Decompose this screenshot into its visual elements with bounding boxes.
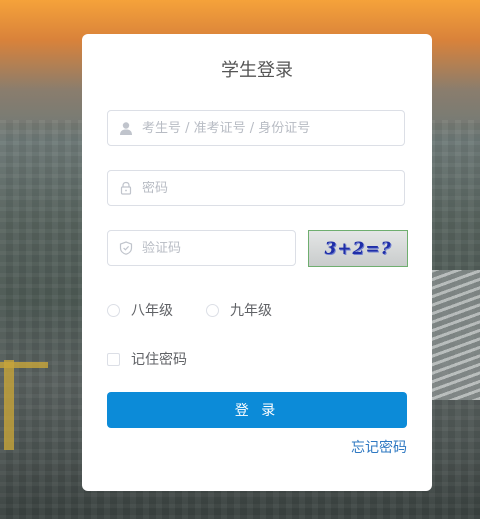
remember-password-checkbox[interactable] <box>107 352 120 366</box>
password-field[interactable] <box>107 170 405 206</box>
grade-9-radio[interactable] <box>206 303 219 317</box>
grade-radio-group: 八年级 九年级 <box>107 300 272 320</box>
username-input[interactable] <box>142 120 382 136</box>
login-button[interactable]: 登 录 <box>107 392 407 428</box>
login-card: 学生登录 3+2=? 八年 <box>82 34 432 491</box>
remember-password-label[interactable]: 记住密码 <box>131 349 187 369</box>
background-crane-arm <box>0 362 48 368</box>
captcha-field[interactable] <box>107 230 296 266</box>
background-roof <box>430 270 480 400</box>
page-title: 学生登录 <box>221 60 293 81</box>
grade-8-label[interactable]: 八年级 <box>131 300 173 320</box>
background-crane <box>4 360 14 450</box>
user-icon <box>112 110 140 146</box>
username-field[interactable] <box>107 110 405 146</box>
captcha-image[interactable]: 3+2=? <box>308 230 408 267</box>
grade-9-label[interactable]: 九年级 <box>230 300 272 320</box>
remember-password-row[interactable]: 记住密码 <box>107 349 187 369</box>
captcha-input[interactable] <box>142 240 282 256</box>
lock-icon <box>112 170 140 206</box>
grade-8-radio[interactable] <box>107 303 120 317</box>
shield-icon <box>112 230 140 266</box>
forgot-password-link[interactable]: 忘记密码 <box>351 437 407 457</box>
password-input[interactable] <box>142 180 382 196</box>
